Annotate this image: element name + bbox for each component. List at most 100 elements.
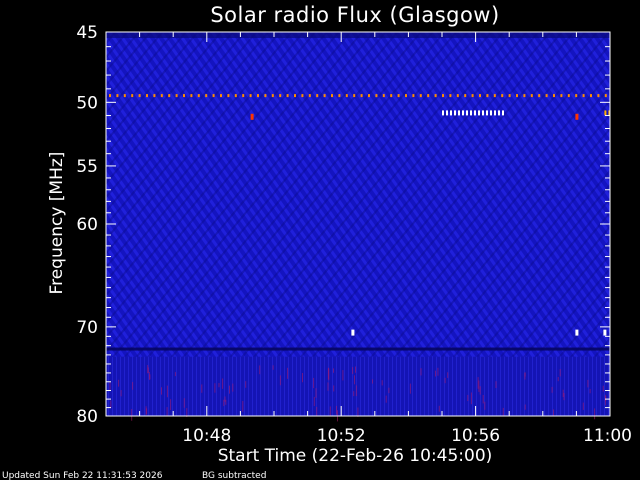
interference-dot bbox=[501, 94, 504, 98]
spectrogram-speckle bbox=[605, 395, 607, 402]
interference-dot bbox=[160, 94, 163, 98]
spectrogram-speckle bbox=[409, 383, 411, 394]
y-axis-label: Frequency [MHz] bbox=[47, 152, 67, 295]
spectrogram-speckle bbox=[447, 372, 449, 378]
interference-dot bbox=[604, 94, 607, 98]
interference-dot bbox=[582, 94, 585, 98]
interference-dot bbox=[323, 94, 326, 98]
spectrogram-speckle bbox=[484, 401, 486, 410]
spectrogram-speckle bbox=[502, 407, 504, 417]
burst-segment bbox=[454, 110, 456, 116]
interference-dot bbox=[242, 94, 245, 98]
interference-dot bbox=[197, 94, 200, 98]
spectrogram-chart: 10:48 10:52 10:56 11:00 45 50 55 60 70 80 Solar r… bbox=[2, 3, 632, 480]
spectrogram-speckle bbox=[272, 365, 274, 370]
spectrogram-speckle bbox=[225, 399, 227, 405]
interference-dot bbox=[153, 94, 156, 98]
interference-dot bbox=[168, 94, 171, 98]
interference-dot bbox=[471, 94, 474, 98]
spectrogram-speckle bbox=[353, 391, 355, 397]
spectrogram-speckle bbox=[385, 395, 387, 403]
interference-dot bbox=[271, 94, 274, 98]
spectrogram-speckle bbox=[372, 379, 373, 384]
interference-dot bbox=[553, 94, 555, 98]
interference-dot bbox=[190, 94, 193, 98]
burst-segment bbox=[466, 110, 468, 116]
spectrogram-speckle bbox=[166, 385, 168, 398]
interference-dot bbox=[508, 94, 511, 98]
spectrogram-speckle bbox=[132, 382, 134, 390]
spectrogram-speckle bbox=[242, 401, 244, 412]
y-tick-label: 80 bbox=[76, 407, 98, 427]
spectrogram-speckle bbox=[149, 374, 151, 380]
spectrogram-speckle bbox=[355, 385, 357, 397]
burst-spike bbox=[575, 329, 579, 336]
spectrogram-speckle bbox=[183, 398, 185, 408]
interference-dot bbox=[530, 94, 533, 98]
interference-dot bbox=[264, 94, 267, 98]
interference-dot bbox=[575, 94, 578, 98]
spectrogram-speckle bbox=[524, 404, 526, 410]
spectrogram-speckle bbox=[589, 389, 591, 394]
interference-dot bbox=[123, 94, 126, 98]
interference-dot bbox=[109, 94, 111, 98]
burst-segment bbox=[478, 110, 480, 116]
interference-dot bbox=[419, 94, 422, 98]
interference-dot bbox=[183, 94, 185, 98]
spectrogram-speckle bbox=[146, 408, 148, 415]
interference-dot bbox=[523, 94, 526, 98]
burst-segment bbox=[490, 110, 492, 116]
interference-dot bbox=[345, 94, 348, 98]
interference-dot bbox=[567, 94, 570, 98]
spectrogram-speckle bbox=[582, 402, 584, 410]
spectrogram-speckle bbox=[201, 384, 203, 393]
spectrogram-speckle bbox=[557, 377, 559, 382]
spectrogram-speckle bbox=[437, 367, 439, 376]
interference-dot bbox=[175, 94, 178, 98]
interference-dot bbox=[442, 94, 444, 98]
interference-dot bbox=[353, 94, 356, 98]
burst-segment bbox=[482, 110, 484, 116]
interference-dot bbox=[227, 94, 230, 98]
spectrogram-speckle bbox=[587, 379, 589, 388]
interference-dot bbox=[220, 94, 222, 98]
burst-segment bbox=[502, 110, 504, 116]
interference-dot bbox=[479, 94, 481, 98]
spectrogram-speckle bbox=[131, 409, 133, 421]
y-tick-label: 55 bbox=[76, 157, 98, 177]
spectrogram-speckle bbox=[161, 387, 162, 395]
spectrogram-speckle bbox=[470, 392, 472, 405]
spectrogram-speckle bbox=[482, 395, 484, 404]
spectrogram-speckle bbox=[313, 377, 315, 389]
spectrogram-speckle bbox=[232, 383, 234, 392]
spectrogram-speckle bbox=[594, 408, 596, 420]
burst-segment bbox=[450, 110, 452, 116]
spectrogram-speckle bbox=[316, 406, 318, 416]
burst-segment bbox=[458, 110, 460, 116]
spectrogram-speckle bbox=[245, 381, 247, 388]
interference-dot bbox=[538, 94, 541, 98]
interference-dot bbox=[146, 94, 148, 98]
burst-segment bbox=[494, 110, 496, 116]
interference-dot bbox=[486, 94, 489, 98]
spectrogram-speckle bbox=[553, 409, 554, 417]
interference-dot bbox=[464, 94, 467, 98]
spectrogram-speckle bbox=[166, 407, 168, 417]
spectrogram-speckle bbox=[327, 367, 329, 380]
spectrogram-speckle bbox=[229, 385, 230, 394]
interference-dot bbox=[545, 94, 548, 98]
interference-dot bbox=[138, 94, 141, 98]
spectrogram-lower-band bbox=[106, 356, 610, 416]
spectrogram-speckle bbox=[174, 372, 176, 377]
burst-segment bbox=[442, 110, 444, 116]
interference-dot bbox=[368, 94, 370, 98]
spectrogram-speckle bbox=[420, 368, 422, 376]
spectrogram-speckle bbox=[329, 406, 331, 417]
spectrogram-speckle bbox=[495, 381, 497, 389]
interference-dot bbox=[560, 94, 563, 98]
spectrogram-speckle bbox=[118, 379, 120, 387]
interference-dot bbox=[212, 94, 215, 98]
interference-dot bbox=[331, 94, 333, 98]
spectrogram-speckle bbox=[214, 383, 216, 393]
spectrogram-speckle bbox=[333, 368, 334, 373]
